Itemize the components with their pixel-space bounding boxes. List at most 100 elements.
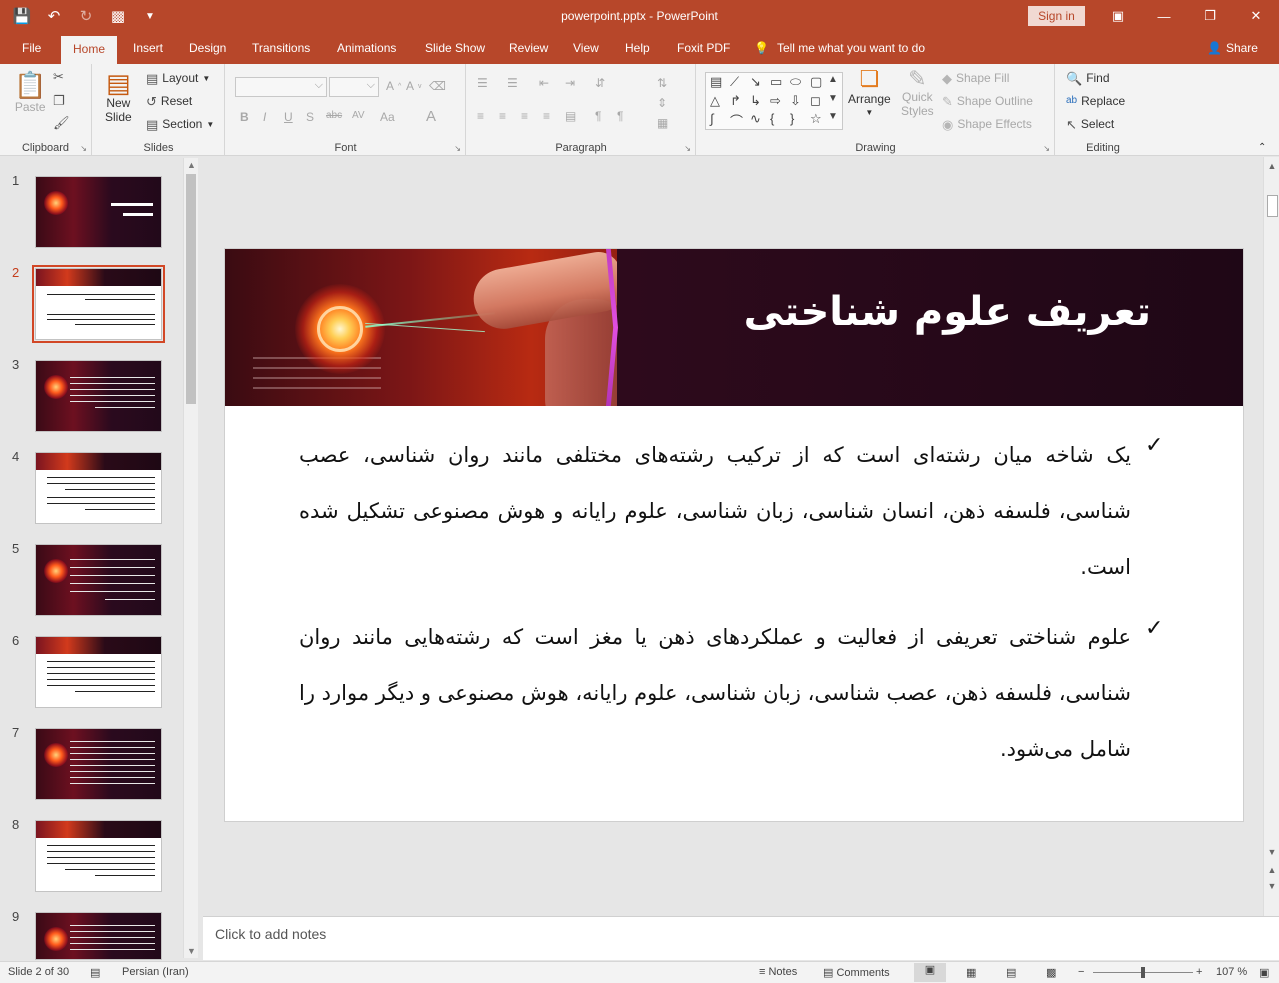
- slide-thumbnail-1[interactable]: [35, 176, 162, 248]
- tab-transitions[interactable]: Transitions: [250, 33, 312, 64]
- text-direction-icon[interactable]: ⇅: [657, 76, 667, 90]
- tab-slide-show[interactable]: Slide Show: [423, 33, 487, 64]
- shape-effects-button[interactable]: ◉ Shape Effects: [942, 117, 1032, 131]
- tab-review[interactable]: Review: [507, 33, 550, 64]
- gallery-more-icon[interactable]: ▼: [828, 111, 838, 122]
- scroll-down-icon[interactable]: ▼: [184, 946, 199, 956]
- align-left-icon[interactable]: ≡: [477, 109, 484, 123]
- slide-thumbnail-2[interactable]: [32, 265, 165, 343]
- slide-thumbnail-9[interactable]: [35, 912, 162, 960]
- numbering-icon[interactable]: ☰: [507, 76, 518, 90]
- decrease-indent-icon[interactable]: ⇤: [539, 76, 549, 90]
- scrollbar-thumb[interactable]: [1267, 195, 1278, 217]
- character-spacing-icon[interactable]: AV: [352, 110, 365, 121]
- scroll-up-icon[interactable]: ▲: [1264, 161, 1279, 171]
- zoom-out-icon[interactable]: −: [1078, 966, 1084, 978]
- copy-icon[interactable]: ❐: [53, 94, 65, 107]
- tab-animations[interactable]: Animations: [335, 33, 398, 64]
- smartart-icon[interactable]: ▦: [657, 116, 668, 130]
- notes-pane[interactable]: Click to add notes: [203, 916, 1279, 960]
- freeform-shape-icon[interactable]: ∫: [710, 111, 714, 126]
- new-slide-button[interactable]: ▤ New Slide: [105, 70, 132, 124]
- arrange-button[interactable]: ❏ Arrange ▼: [848, 68, 891, 118]
- select-button[interactable]: ↖ Select: [1066, 117, 1114, 131]
- increase-indent-icon[interactable]: ⇥: [565, 76, 575, 90]
- bullets-icon[interactable]: ☰: [477, 76, 488, 90]
- share-button[interactable]: 👤 Share: [1207, 33, 1258, 64]
- change-case-icon[interactable]: Aa: [380, 110, 395, 124]
- star-shape-icon[interactable]: ☆: [810, 111, 822, 127]
- slide-thumbnail-3[interactable]: [35, 360, 162, 432]
- scroll-down-icon[interactable]: ▼: [1264, 847, 1279, 857]
- next-slide-icon[interactable]: ▼: [1264, 881, 1279, 891]
- ltr-icon[interactable]: ¶: [617, 109, 623, 123]
- arrow-line-shape-icon[interactable]: ↘: [750, 74, 761, 90]
- tab-insert[interactable]: Insert: [131, 33, 165, 64]
- slide-paragraph-2[interactable]: علوم شناختی تعریفی از فعالیت و عملکردهای…: [299, 609, 1131, 777]
- minimize-icon[interactable]: —: [1141, 0, 1187, 32]
- italic-icon[interactable]: I: [263, 110, 266, 124]
- slide-thumbnail-8[interactable]: [35, 820, 162, 892]
- ribbon-display-options-icon[interactable]: ▣: [1095, 0, 1141, 32]
- section-button[interactable]: ▤ Section ▼: [146, 117, 214, 131]
- align-center-icon[interactable]: ≡: [499, 109, 506, 123]
- rtl-icon[interactable]: ¶: [595, 109, 601, 123]
- slide-title[interactable]: تعریف علوم شناختی: [744, 289, 1151, 335]
- shadow-icon[interactable]: S: [306, 110, 314, 124]
- callout-shape-icon[interactable]: ◻: [810, 93, 821, 109]
- tab-foxit-pdf[interactable]: Foxit PDF: [675, 33, 732, 64]
- fit-to-window-icon[interactable]: ▣: [1259, 966, 1269, 979]
- clear-formatting-icon[interactable]: ⌫: [429, 79, 446, 93]
- reset-button[interactable]: ↺ Reset: [146, 94, 192, 108]
- quick-styles-button[interactable]: ✎ Quick Styles: [901, 68, 934, 119]
- curve-shape-icon[interactable]: ∿: [750, 111, 761, 127]
- slide-thumbnail-7[interactable]: [35, 728, 162, 800]
- down-arrow-shape-icon[interactable]: ⇩: [790, 93, 801, 109]
- slide-paragraph-1[interactable]: یک شاخه میان رشته‌ای است که از ترکیب رشت…: [299, 427, 1131, 595]
- gallery-up-icon[interactable]: ▲: [828, 74, 838, 85]
- previous-slide-icon[interactable]: ▲: [1264, 865, 1279, 875]
- slide-sorter-view-icon[interactable]: ▦: [966, 966, 976, 979]
- shapes-gallery[interactable]: ▤ ⟋ ↘ ▭ ⬭ ▢ △ ↱ ↳ ⇨ ⇩ ◻ ∫ ⌒ ∿ { } ☆ ▲ ▼ …: [705, 72, 843, 130]
- zoom-in-icon[interactable]: +: [1196, 966, 1202, 978]
- zoom-slider-handle[interactable]: [1141, 967, 1145, 978]
- spellcheck-icon[interactable]: ▤: [90, 966, 100, 979]
- replace-button[interactable]: ab Replace: [1066, 94, 1125, 108]
- columns-icon[interactable]: ▤: [565, 109, 576, 123]
- tab-home[interactable]: Home: [61, 36, 118, 64]
- left-brace-shape-icon[interactable]: {: [770, 111, 774, 126]
- drawing-launcher-icon[interactable]: ↘: [1043, 144, 1050, 153]
- oval-shape-icon[interactable]: ⬭: [790, 74, 801, 90]
- font-launcher-icon[interactable]: ↘: [454, 144, 461, 153]
- shape-fill-button[interactable]: ◆ Shape Fill: [942, 71, 1009, 85]
- tell-me-search[interactable]: 💡 Tell me what you want to do: [754, 33, 925, 64]
- collapse-ribbon-icon[interactable]: ⌃: [1258, 142, 1266, 153]
- strikethrough-icon[interactable]: abc: [326, 110, 342, 121]
- editor-scrollbar[interactable]: ▲ ▼ ▲ ▼: [1263, 157, 1279, 917]
- right-brace-shape-icon[interactable]: }: [790, 111, 794, 126]
- sign-in-button[interactable]: Sign in: [1028, 6, 1085, 26]
- align-text-icon[interactable]: ⇕: [657, 96, 667, 110]
- text-box-shape-icon[interactable]: ▤: [710, 74, 722, 90]
- slide-thumbnail-5[interactable]: [35, 544, 162, 616]
- thumbnail-scrollbar[interactable]: ▲ ▼: [183, 158, 198, 958]
- tab-file[interactable]: File: [20, 33, 43, 64]
- gallery-down-icon[interactable]: ▼: [828, 93, 838, 104]
- font-size-combo[interactable]: [329, 77, 379, 97]
- underline-icon[interactable]: U: [284, 110, 293, 124]
- bold-icon[interactable]: B: [240, 110, 249, 124]
- tab-help[interactable]: Help: [623, 33, 652, 64]
- font-name-combo[interactable]: [235, 77, 327, 97]
- slide-canvas[interactable]: تعریف علوم شناختی ✓ یک شاخه میان رشته‌ای…: [224, 248, 1244, 822]
- justify-icon[interactable]: ≡: [543, 109, 550, 123]
- comments-toggle[interactable]: ▤ Comments: [823, 966, 890, 979]
- triangle-shape-icon[interactable]: △: [710, 93, 720, 109]
- layout-button[interactable]: ▤ Layout ▼: [146, 71, 210, 85]
- tab-view[interactable]: View: [571, 33, 601, 64]
- align-right-icon[interactable]: ≡: [521, 109, 528, 123]
- slide-thumbnail-6[interactable]: [35, 636, 162, 708]
- format-painter-icon[interactable]: 🖌: [53, 116, 70, 129]
- rounded-rectangle-shape-icon[interactable]: ▢: [810, 74, 822, 90]
- zoom-level[interactable]: 107 %: [1216, 966, 1247, 978]
- rectangle-shape-icon[interactable]: ▭: [770, 74, 782, 90]
